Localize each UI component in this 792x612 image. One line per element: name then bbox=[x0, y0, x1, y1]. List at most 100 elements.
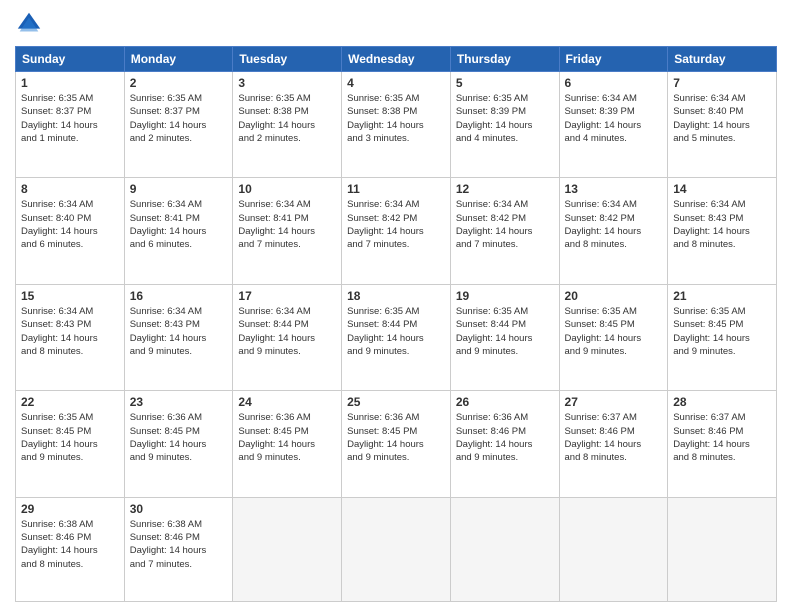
day-info: Sunrise: 6:38 AM Sunset: 8:46 PM Dayligh… bbox=[130, 518, 228, 571]
day-info: Sunrise: 6:35 AM Sunset: 8:44 PM Dayligh… bbox=[456, 305, 554, 358]
day-info: Sunrise: 6:35 AM Sunset: 8:45 PM Dayligh… bbox=[21, 411, 119, 464]
day-number: 14 bbox=[673, 182, 771, 196]
header bbox=[15, 10, 777, 38]
day-info: Sunrise: 6:37 AM Sunset: 8:46 PM Dayligh… bbox=[673, 411, 771, 464]
day-info: Sunrise: 6:35 AM Sunset: 8:37 PM Dayligh… bbox=[21, 92, 119, 145]
day-number: 16 bbox=[130, 289, 228, 303]
day-number: 5 bbox=[456, 76, 554, 90]
day-info: Sunrise: 6:36 AM Sunset: 8:45 PM Dayligh… bbox=[130, 411, 228, 464]
day-info: Sunrise: 6:35 AM Sunset: 8:44 PM Dayligh… bbox=[347, 305, 445, 358]
day-number: 8 bbox=[21, 182, 119, 196]
day-info: Sunrise: 6:35 AM Sunset: 8:45 PM Dayligh… bbox=[673, 305, 771, 358]
calendar-day-cell: 1 Sunrise: 6:35 AM Sunset: 8:37 PM Daylig… bbox=[16, 72, 125, 178]
day-number: 4 bbox=[347, 76, 445, 90]
calendar-day-cell: 23 Sunrise: 6:36 AM Sunset: 8:45 PM Dayli… bbox=[124, 391, 233, 497]
calendar-day-cell: 9 Sunrise: 6:34 AM Sunset: 8:41 PM Daylig… bbox=[124, 178, 233, 284]
calendar-day-cell: 13 Sunrise: 6:34 AM Sunset: 8:42 PM Dayli… bbox=[559, 178, 668, 284]
calendar-day-cell: 28 Sunrise: 6:37 AM Sunset: 8:46 PM Dayli… bbox=[668, 391, 777, 497]
day-info: Sunrise: 6:36 AM Sunset: 8:45 PM Dayligh… bbox=[238, 411, 336, 464]
day-number: 27 bbox=[565, 395, 663, 409]
calendar-day-cell: 24 Sunrise: 6:36 AM Sunset: 8:45 PM Dayli… bbox=[233, 391, 342, 497]
day-info: Sunrise: 6:35 AM Sunset: 8:38 PM Dayligh… bbox=[347, 92, 445, 145]
day-number: 6 bbox=[565, 76, 663, 90]
calendar-header-friday: Friday bbox=[559, 47, 668, 72]
day-number: 3 bbox=[238, 76, 336, 90]
day-info: Sunrise: 6:34 AM Sunset: 8:41 PM Dayligh… bbox=[130, 198, 228, 251]
calendar-day-cell: 25Sunrise: 6:36 AM Sunset: 8:45 PM Dayli… bbox=[342, 391, 451, 497]
day-info: Sunrise: 6:35 AM Sunset: 8:45 PM Dayligh… bbox=[565, 305, 663, 358]
calendar-header-thursday: Thursday bbox=[450, 47, 559, 72]
logo bbox=[15, 10, 47, 38]
day-info: Sunrise: 6:35 AM Sunset: 8:38 PM Dayligh… bbox=[238, 92, 336, 145]
calendar-day-cell: 20 Sunrise: 6:35 AM Sunset: 8:45 PM Dayli… bbox=[559, 284, 668, 390]
day-number: 18 bbox=[347, 289, 445, 303]
day-number: 9 bbox=[130, 182, 228, 196]
calendar-day-cell bbox=[450, 497, 559, 601]
day-number: 23 bbox=[130, 395, 228, 409]
calendar-day-cell: 27 Sunrise: 6:37 AM Sunset: 8:46 PM Dayli… bbox=[559, 391, 668, 497]
calendar-week-row: 8 Sunrise: 6:34 AM Sunset: 8:40 PM Daylig… bbox=[16, 178, 777, 284]
day-number: 26 bbox=[456, 395, 554, 409]
calendar-day-cell: 22 Sunrise: 6:35 AM Sunset: 8:45 PM Dayli… bbox=[16, 391, 125, 497]
calendar-day-cell: 8 Sunrise: 6:34 AM Sunset: 8:40 PM Daylig… bbox=[16, 178, 125, 284]
calendar-day-cell bbox=[668, 497, 777, 601]
day-number: 28 bbox=[673, 395, 771, 409]
calendar-day-cell: 29 Sunrise: 6:38 AM Sunset: 8:46 PM Dayli… bbox=[16, 497, 125, 601]
logo-icon bbox=[15, 10, 43, 38]
calendar-day-cell bbox=[559, 497, 668, 601]
calendar-day-cell: 30Sunrise: 6:38 AM Sunset: 8:46 PM Dayli… bbox=[124, 497, 233, 601]
day-number: 20 bbox=[565, 289, 663, 303]
day-number: 22 bbox=[21, 395, 119, 409]
calendar-day-cell bbox=[233, 497, 342, 601]
day-number: 17 bbox=[238, 289, 336, 303]
day-info: Sunrise: 6:34 AM Sunset: 8:39 PM Dayligh… bbox=[565, 92, 663, 145]
calendar-day-cell: 21 Sunrise: 6:35 AM Sunset: 8:45 PM Dayli… bbox=[668, 284, 777, 390]
calendar-header-monday: Monday bbox=[124, 47, 233, 72]
day-info: Sunrise: 6:34 AM Sunset: 8:42 PM Dayligh… bbox=[456, 198, 554, 251]
calendar-week-row: 15Sunrise: 6:34 AM Sunset: 8:43 PM Dayli… bbox=[16, 284, 777, 390]
page: SundayMondayTuesdayWednesdayThursdayFrid… bbox=[0, 0, 792, 612]
calendar-header-row: SundayMondayTuesdayWednesdayThursdayFrid… bbox=[16, 47, 777, 72]
calendar-day-cell: 11 Sunrise: 6:34 AM Sunset: 8:42 PM Dayli… bbox=[342, 178, 451, 284]
day-info: Sunrise: 6:34 AM Sunset: 8:40 PM Dayligh… bbox=[673, 92, 771, 145]
calendar-header-saturday: Saturday bbox=[668, 47, 777, 72]
calendar-day-cell: 15Sunrise: 6:34 AM Sunset: 8:43 PM Dayli… bbox=[16, 284, 125, 390]
calendar-table: SundayMondayTuesdayWednesdayThursdayFrid… bbox=[15, 46, 777, 602]
day-number: 19 bbox=[456, 289, 554, 303]
day-info: Sunrise: 6:34 AM Sunset: 8:42 PM Dayligh… bbox=[565, 198, 663, 251]
calendar-day-cell: 10Sunrise: 6:34 AM Sunset: 8:41 PM Dayli… bbox=[233, 178, 342, 284]
calendar-day-cell: 6 Sunrise: 6:34 AM Sunset: 8:39 PM Daylig… bbox=[559, 72, 668, 178]
calendar-day-cell: 2Sunrise: 6:35 AM Sunset: 8:37 PM Daylig… bbox=[124, 72, 233, 178]
day-info: Sunrise: 6:34 AM Sunset: 8:43 PM Dayligh… bbox=[130, 305, 228, 358]
calendar-day-cell: 7 Sunrise: 6:34 AM Sunset: 8:40 PM Daylig… bbox=[668, 72, 777, 178]
calendar-day-cell: 3 Sunrise: 6:35 AM Sunset: 8:38 PM Daylig… bbox=[233, 72, 342, 178]
day-number: 1 bbox=[21, 76, 119, 90]
day-number: 13 bbox=[565, 182, 663, 196]
day-number: 21 bbox=[673, 289, 771, 303]
day-info: Sunrise: 6:34 AM Sunset: 8:44 PM Dayligh… bbox=[238, 305, 336, 358]
day-info: Sunrise: 6:34 AM Sunset: 8:40 PM Dayligh… bbox=[21, 198, 119, 251]
calendar-day-cell: 16 Sunrise: 6:34 AM Sunset: 8:43 PM Dayli… bbox=[124, 284, 233, 390]
day-info: Sunrise: 6:34 AM Sunset: 8:42 PM Dayligh… bbox=[347, 198, 445, 251]
day-info: Sunrise: 6:38 AM Sunset: 8:46 PM Dayligh… bbox=[21, 518, 119, 571]
calendar-week-row: 1 Sunrise: 6:35 AM Sunset: 8:37 PM Daylig… bbox=[16, 72, 777, 178]
calendar-day-cell: 5Sunrise: 6:35 AM Sunset: 8:39 PM Daylig… bbox=[450, 72, 559, 178]
calendar-day-cell: 14Sunrise: 6:34 AM Sunset: 8:43 PM Dayli… bbox=[668, 178, 777, 284]
day-number: 12 bbox=[456, 182, 554, 196]
day-info: Sunrise: 6:34 AM Sunset: 8:41 PM Dayligh… bbox=[238, 198, 336, 251]
calendar-header-sunday: Sunday bbox=[16, 47, 125, 72]
day-info: Sunrise: 6:37 AM Sunset: 8:46 PM Dayligh… bbox=[565, 411, 663, 464]
calendar-week-row: 22 Sunrise: 6:35 AM Sunset: 8:45 PM Dayli… bbox=[16, 391, 777, 497]
calendar-day-cell: 18 Sunrise: 6:35 AM Sunset: 8:44 PM Dayli… bbox=[342, 284, 451, 390]
day-info: Sunrise: 6:34 AM Sunset: 8:43 PM Dayligh… bbox=[21, 305, 119, 358]
day-number: 7 bbox=[673, 76, 771, 90]
calendar-day-cell: 17 Sunrise: 6:34 AM Sunset: 8:44 PM Dayli… bbox=[233, 284, 342, 390]
day-number: 29 bbox=[21, 502, 119, 516]
day-number: 11 bbox=[347, 182, 445, 196]
calendar-day-cell bbox=[342, 497, 451, 601]
calendar-header-wednesday: Wednesday bbox=[342, 47, 451, 72]
calendar-header-tuesday: Tuesday bbox=[233, 47, 342, 72]
calendar-week-row: 29 Sunrise: 6:38 AM Sunset: 8:46 PM Dayli… bbox=[16, 497, 777, 601]
day-number: 2 bbox=[130, 76, 228, 90]
day-number: 24 bbox=[238, 395, 336, 409]
